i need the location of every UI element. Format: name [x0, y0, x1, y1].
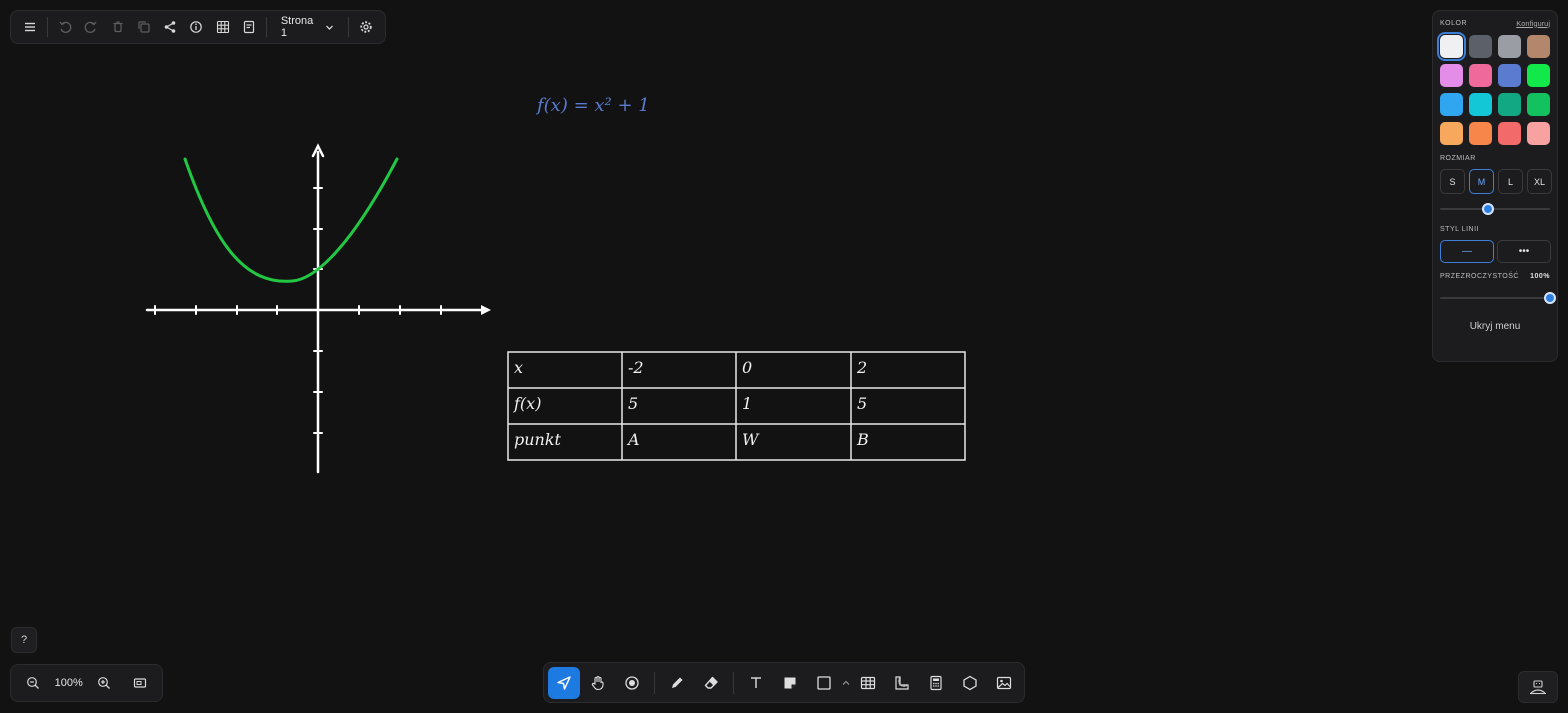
color-section-label: KOLOR [1440, 19, 1468, 27]
share-icon[interactable] [157, 13, 183, 41]
table-cell: 5 [628, 394, 638, 413]
color-swatch[interactable] [1527, 35, 1550, 58]
zoom-level[interactable]: 100% [55, 677, 83, 689]
duplicate-icon[interactable] [131, 13, 157, 41]
color-swatch[interactable] [1440, 122, 1463, 145]
table-cell: x [514, 358, 523, 377]
table-cell: 0 [742, 358, 752, 377]
menu-icon[interactable] [17, 13, 43, 41]
table-tool[interactable] [852, 667, 884, 699]
color-swatch[interactable] [1440, 93, 1463, 116]
calculator-tool[interactable] [920, 667, 952, 699]
page-selector[interactable]: Strona 1 [271, 13, 344, 41]
table-cell: W [742, 430, 760, 449]
slider-thumb[interactable] [1544, 292, 1556, 304]
fit-screen-icon[interactable] [126, 669, 154, 697]
laser-tool[interactable] [616, 667, 648, 699]
x-axis-arrow [481, 305, 491, 315]
page-label: Strona 1 [280, 15, 314, 39]
tools-toolbar [543, 662, 1025, 703]
color-swatch[interactable] [1527, 93, 1550, 116]
divider [265, 17, 267, 37]
eraser-tool[interactable] [695, 667, 727, 699]
table-cell: 5 [857, 394, 867, 413]
table-cell: B [856, 430, 869, 449]
size-slider[interactable] [1440, 202, 1550, 216]
size-button-xl[interactable]: XL [1527, 169, 1552, 194]
size-section-label: ROZMIAR [1440, 155, 1476, 162]
table-cell: punkt [514, 430, 562, 449]
parabola-curve[interactable] [183, 157, 399, 283]
redo-icon[interactable] [78, 13, 104, 41]
formula-text[interactable]: f(x) = x² + 1 [535, 95, 650, 116]
color-swatch[interactable] [1498, 35, 1521, 58]
trash-icon[interactable] [105, 13, 131, 41]
size-buttons: S M L XL [1440, 169, 1552, 194]
opacity-slider[interactable] [1440, 291, 1556, 305]
select-tool[interactable] [548, 666, 580, 699]
size-button-m[interactable]: M [1469, 169, 1494, 194]
settings-icon[interactable] [353, 13, 379, 41]
size-button-l[interactable]: L [1498, 169, 1523, 194]
table-cell: A [626, 430, 640, 449]
hand-tool[interactable] [582, 667, 614, 699]
slider-thumb[interactable] [1482, 203, 1495, 215]
zoom-controls: 100% [10, 664, 163, 702]
top-toolbar: Strona 1 [10, 10, 386, 44]
table-cell: f(x) [513, 394, 541, 413]
table-cell: 1 [742, 394, 752, 413]
color-swatch[interactable] [1469, 93, 1492, 116]
ruler-tool[interactable] [886, 667, 918, 699]
value-table[interactable]: x -2 0 2 f(x) 5 1 5 punkt A W B [507, 351, 966, 461]
color-swatch[interactable] [1469, 122, 1492, 145]
configure-link[interactable]: Konfiguruj [1516, 19, 1550, 28]
color-swatch[interactable] [1440, 64, 1463, 87]
info-icon[interactable] [183, 13, 209, 41]
color-swatch[interactable] [1498, 64, 1521, 87]
hide-menu-button[interactable]: Ukryj menu [1440, 321, 1550, 332]
color-swatch[interactable] [1437, 32, 1466, 61]
opacity-value: 100% [1530, 273, 1550, 280]
size-button-s[interactable]: S [1440, 169, 1465, 194]
table-cell: -2 [628, 358, 644, 377]
table-cell: 2 [856, 358, 867, 377]
line-style-solid-button[interactable]: — [1440, 240, 1494, 263]
slider-track [1440, 208, 1550, 210]
line-style-dotted-button[interactable]: ••• [1497, 240, 1551, 263]
divider [47, 17, 49, 37]
undo-icon[interactable] [52, 13, 78, 41]
zoom-in-icon[interactable] [90, 669, 118, 697]
style-panel: KOLOR Konfiguruj ROZMIAR S M L XL STYL LINI… [1432, 10, 1558, 362]
text-tool[interactable] [740, 667, 772, 699]
pen-tool[interactable] [661, 667, 693, 699]
grid-icon[interactable] [209, 13, 235, 41]
opacity-label: PRZEZROCZYSTOŚĆ [1440, 273, 1519, 280]
color-swatch[interactable] [1498, 93, 1521, 116]
color-swatch[interactable] [1527, 122, 1550, 145]
avatar[interactable] [1518, 671, 1558, 703]
color-swatch[interactable] [1469, 64, 1492, 87]
polygon-tool[interactable] [954, 667, 986, 699]
whiteboard-canvas[interactable]: f(x) = x² + 1 x -2 0 2 f(x) 5 1 5 punkt … [0, 0, 1568, 713]
divider [654, 671, 655, 694]
color-swatches [1437, 32, 1550, 145]
shape-tool[interactable] [808, 667, 840, 699]
slider-track [1440, 297, 1550, 299]
divider [733, 671, 734, 694]
notes-icon[interactable] [236, 13, 262, 41]
color-swatch[interactable] [1469, 35, 1492, 58]
chevron-down-icon [325, 23, 334, 32]
chevron-up-icon[interactable] [841, 679, 851, 687]
line-style-section-label: STYL LINII [1440, 226, 1479, 233]
user-icon [1530, 680, 1546, 695]
color-swatch[interactable] [1527, 64, 1550, 87]
sticky-note-tool[interactable] [774, 667, 806, 699]
image-tool[interactable] [988, 667, 1020, 699]
zoom-out-icon[interactable] [19, 669, 47, 697]
help-button[interactable]: ? [11, 627, 37, 653]
color-swatch[interactable] [1498, 122, 1521, 145]
divider [347, 17, 349, 37]
